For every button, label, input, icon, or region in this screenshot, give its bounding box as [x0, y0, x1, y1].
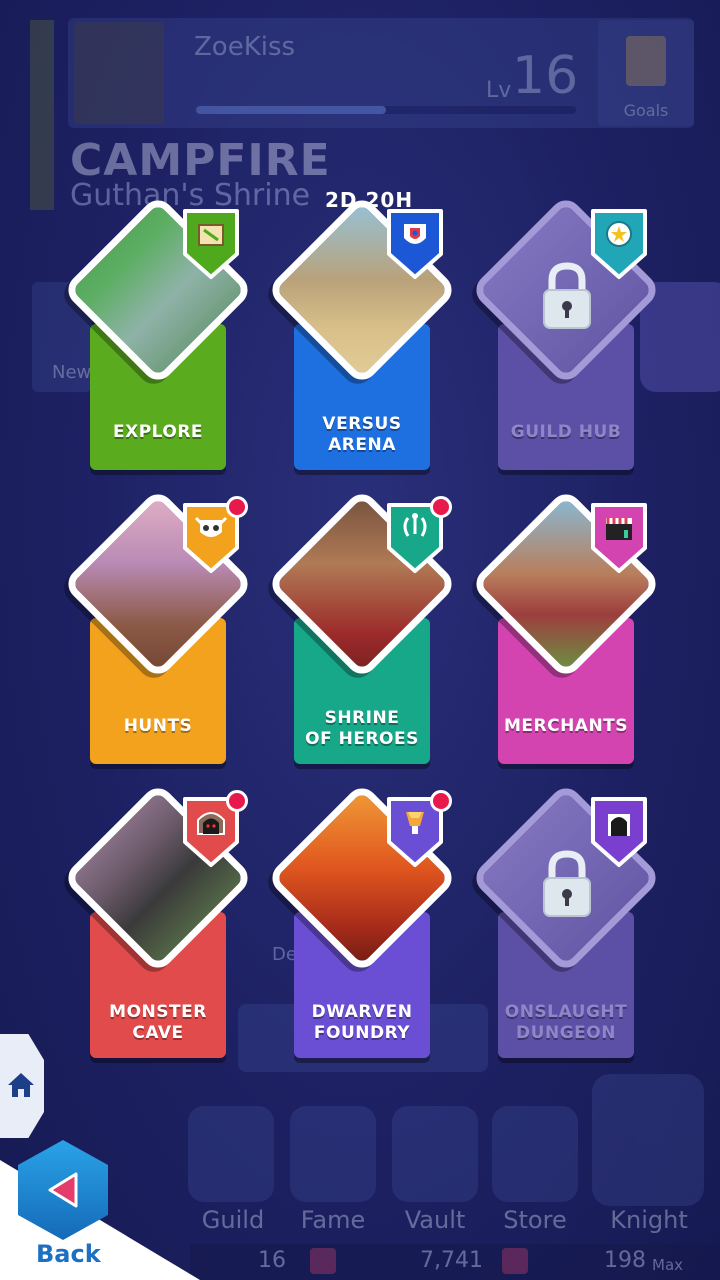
- back-label: Back: [36, 1240, 101, 1268]
- level-prefix: Lv: [486, 78, 512, 103]
- card-tag-icon: [590, 208, 648, 280]
- nav-knight-label: Knight: [610, 1206, 688, 1234]
- card-label: ONSLAUGHT DUNGEON: [504, 1002, 628, 1043]
- card-shrine-of-heroes[interactable]: SHRINE OF HEROES: [265, 487, 466, 770]
- energy-count: 198: [604, 1248, 646, 1273]
- card-tag-icon: [590, 502, 648, 574]
- nav-vault-button: [392, 1106, 478, 1202]
- card-label: MERCHANTS: [503, 716, 629, 736]
- xp-bar: [196, 106, 576, 114]
- add-gems-icon: [310, 1248, 336, 1274]
- home-icon: [8, 1073, 34, 1097]
- nav-store-button: [492, 1106, 578, 1202]
- gem-count: 16: [258, 1248, 286, 1273]
- notification-dot: [226, 496, 248, 518]
- lock-icon: [543, 850, 591, 917]
- notification-dot: [430, 790, 452, 812]
- nav-knight-button: [592, 1074, 704, 1206]
- goals-label: Goals: [623, 101, 669, 120]
- nav-store-label: Store: [503, 1206, 567, 1234]
- xp-bar-fill: [196, 106, 386, 114]
- nav-guild-button: [188, 1106, 274, 1202]
- card-label: GUILD HUB: [510, 422, 622, 442]
- card-guild-hub[interactable]: GUILD HUB: [469, 193, 670, 476]
- card-label: DWARVEN FOUNDRY: [311, 1002, 413, 1043]
- card-onslaught-dungeon[interactable]: ONSLAUGHT DUNGEON: [469, 781, 670, 1064]
- card-label: SHRINE OF HEROES: [305, 708, 419, 749]
- card-label: HUNTS: [123, 716, 193, 736]
- card-label: VERSUS ARENA: [322, 414, 402, 455]
- card-versus-arena[interactable]: VERSUS ARENA: [265, 193, 466, 476]
- card-merchants[interactable]: MERCHANTS: [469, 487, 670, 770]
- goals-button: Goals: [598, 20, 694, 126]
- add-gold-icon: [502, 1248, 528, 1274]
- card-explore[interactable]: EXPLORE: [61, 193, 262, 476]
- card-label: MONSTER CAVE: [109, 1002, 207, 1043]
- notification-dot: [430, 496, 452, 518]
- lock-icon: [543, 262, 591, 329]
- level-number: 16: [512, 46, 579, 106]
- avatar: [74, 22, 164, 124]
- home-button[interactable]: [0, 1034, 44, 1138]
- nav-vault-label: Vault: [404, 1206, 466, 1234]
- card-tag-icon: [386, 208, 444, 280]
- card-tag-icon: [182, 208, 240, 280]
- campfire-banner: [30, 20, 54, 210]
- gold-count: 7,741: [420, 1248, 483, 1273]
- back-arrow-icon: [48, 1172, 78, 1208]
- card-monster-cave[interactable]: MONSTER CAVE: [61, 781, 262, 1064]
- username: ZoeKiss: [194, 32, 296, 62]
- card-label: EXPLORE: [112, 422, 204, 442]
- card-hunts[interactable]: HUNTS: [61, 487, 262, 770]
- nav-fame-label: Fame: [300, 1206, 366, 1234]
- notification-dot: [226, 790, 248, 812]
- nav-guild-label: Guild: [201, 1206, 265, 1234]
- card-dwarven-foundry[interactable]: DWARVEN FOUNDRY: [265, 781, 466, 1064]
- energy-suffix: Max: [652, 1256, 684, 1274]
- nav-fame-button: [290, 1106, 376, 1202]
- card-tag-icon: [590, 796, 648, 868]
- scroll-icon: [626, 36, 666, 86]
